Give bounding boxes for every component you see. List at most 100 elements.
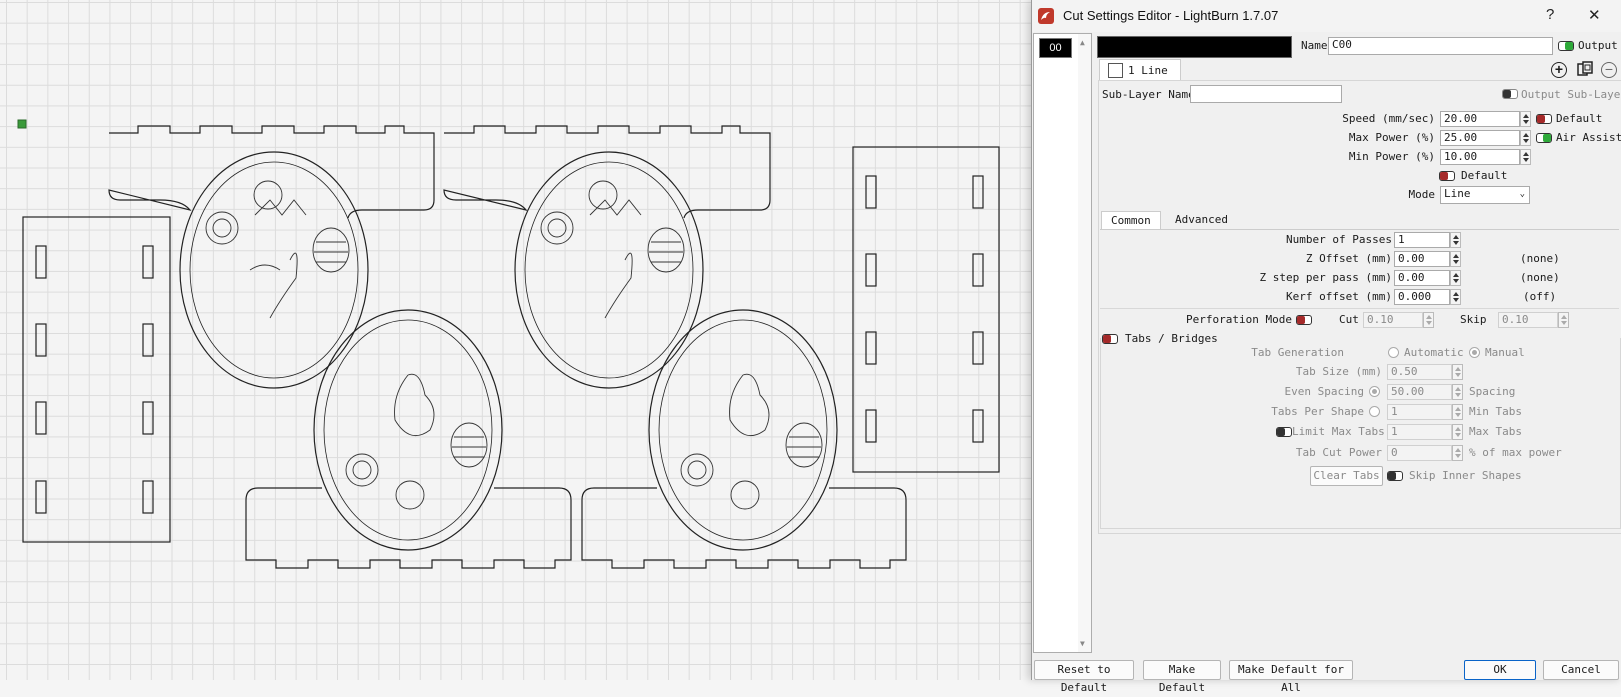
sublayer-name-input[interactable]	[1190, 85, 1342, 103]
max-power-input[interactable]: 25.00	[1440, 130, 1520, 146]
skip-input[interactable]: 0.10	[1498, 312, 1558, 328]
min-power-spinner[interactable]	[1520, 149, 1531, 165]
min-tabs-label: Min Tabs	[1469, 405, 1522, 418]
min-power-default-label: Default	[1461, 169, 1508, 182]
passes-label: Number of Passes	[1286, 233, 1392, 246]
speed-label: Speed (mm/sec)	[1342, 112, 1435, 125]
name-input[interactable]: C00	[1328, 37, 1553, 55]
cut-spinner[interactable]	[1423, 312, 1434, 328]
mode-select[interactable]: Line ⌄	[1440, 186, 1530, 204]
z-step-spinner[interactable]	[1450, 270, 1461, 286]
layer-list-scrollbar[interactable]: ▲ ▼	[1078, 34, 1091, 652]
layer-item-00[interactable]: 00	[1039, 38, 1072, 58]
even-spacing-input[interactable]: 50.00	[1387, 384, 1452, 400]
tabs-per-shape-spinner[interactable]	[1452, 404, 1463, 420]
min-power-input[interactable]: 10.00	[1440, 149, 1520, 165]
cancel-button[interactable]: Cancel	[1543, 660, 1619, 680]
z-step-input[interactable]: 0.00	[1394, 270, 1450, 286]
skip-spinner[interactable]	[1558, 312, 1569, 328]
tabs-per-shape-label: Tabs Per Shape	[1271, 405, 1364, 418]
tab-advanced[interactable]: Advanced	[1166, 211, 1237, 229]
layer-color-swatch[interactable]	[1097, 36, 1292, 58]
tab-cut-power-label: Tab Cut Power	[1295, 446, 1382, 459]
section-divider	[1100, 308, 1619, 309]
speed-input[interactable]: 20.00	[1440, 111, 1520, 127]
limit-max-tabs-toggle[interactable]	[1276, 427, 1292, 437]
z-step-note: (none)	[1520, 271, 1560, 284]
limit-max-tabs-input[interactable]: 1	[1387, 424, 1452, 440]
perforation-label: Perforation Mode	[1186, 313, 1292, 326]
automatic-radio[interactable]	[1388, 347, 1399, 358]
speed-spinner[interactable]	[1520, 111, 1531, 127]
scroll-up-icon[interactable]: ▲	[1080, 38, 1085, 47]
z-step-label: Z step per pass (mm)	[1259, 271, 1392, 284]
output-sublayer-toggle[interactable]	[1502, 89, 1518, 99]
ok-button[interactable]: OK	[1464, 660, 1536, 680]
spacing-label: Spacing	[1469, 385, 1516, 398]
reset-to-default-button[interactable]: Reset to Default	[1034, 660, 1134, 694]
tab-cut-power-spinner[interactable]	[1452, 445, 1463, 461]
bottom-piece-1	[245, 309, 572, 569]
perforation-toggle[interactable]	[1296, 315, 1312, 325]
output-sublayer-label: Output Sub-Layer	[1521, 88, 1621, 101]
origin-marker	[17, 119, 27, 129]
even-spacing-radio[interactable]	[1369, 386, 1380, 397]
sublayer-tab-label: 1 Line	[1128, 64, 1168, 77]
tab-cut-power-input[interactable]: 0	[1387, 445, 1452, 461]
z-offset-spinner[interactable]	[1450, 251, 1461, 267]
cut-settings-dialog: Cut Settings Editor - LightBurn 1.7.07 ?…	[1031, 0, 1621, 694]
help-button[interactable]: ?	[1546, 6, 1554, 23]
close-icon[interactable]: ✕	[1588, 6, 1601, 24]
filigree-details	[205, 180, 823, 510]
tab-size-input[interactable]: 0.50	[1387, 364, 1452, 380]
manual-label: Manual	[1485, 346, 1525, 359]
speed-default-toggle[interactable]	[1536, 114, 1552, 124]
passes-spinner[interactable]	[1450, 232, 1461, 248]
even-spacing-spinner[interactable]	[1452, 384, 1463, 400]
make-default-button[interactable]: Make Default	[1143, 660, 1221, 694]
kerf-input[interactable]: 0.000	[1394, 289, 1450, 305]
min-power-default-toggle[interactable]	[1439, 171, 1455, 181]
side-panel-left	[22, 216, 171, 543]
output-label: Output	[1578, 39, 1618, 52]
tab-common[interactable]: Common	[1101, 211, 1161, 229]
even-spacing-label: Even Spacing	[1284, 385, 1364, 398]
minus-circle-icon[interactable]: −	[1601, 62, 1617, 78]
air-assist-toggle[interactable]	[1536, 133, 1552, 143]
layer-list[interactable]: 00 ▲ ▼	[1033, 33, 1092, 653]
automatic-label: Automatic	[1404, 346, 1464, 359]
passes-input[interactable]: 1	[1394, 232, 1450, 248]
kerf-spinner[interactable]	[1450, 289, 1461, 305]
copy-icon[interactable]	[1576, 61, 1594, 79]
limit-max-tabs-label: Limit Max Tabs	[1292, 425, 1385, 438]
side-panel-right	[852, 146, 1000, 473]
tabs-per-shape-input[interactable]: 1	[1387, 404, 1452, 420]
scroll-down-icon[interactable]: ▼	[1080, 639, 1085, 648]
tab-cut-power-unit: % of max power	[1469, 446, 1562, 459]
kerf-note: (off)	[1523, 290, 1557, 303]
output-toggle[interactable]	[1558, 41, 1574, 51]
make-default-for-all-button[interactable]: Make Default for All	[1229, 660, 1353, 694]
design-canvas[interactable]	[0, 0, 1040, 680]
tabs-per-shape-radio[interactable]	[1369, 406, 1380, 417]
mode-value: Line	[1444, 187, 1471, 200]
limit-max-tabs-spinner[interactable]	[1452, 424, 1463, 440]
speed-default-label: Default	[1556, 112, 1603, 125]
z-offset-input[interactable]: 0.00	[1394, 251, 1450, 267]
skip-inner-shapes-toggle[interactable]	[1387, 471, 1403, 481]
max-tabs-label: Max Tabs	[1469, 425, 1522, 438]
plus-circle-icon[interactable]: +	[1551, 62, 1567, 78]
clear-tabs-button[interactable]: Clear Tabs	[1310, 466, 1383, 486]
z-offset-note: (none)	[1520, 252, 1560, 265]
manual-radio[interactable]	[1469, 347, 1480, 358]
cut-input[interactable]: 0.10	[1363, 312, 1423, 328]
bottom-piece-2	[581, 309, 907, 569]
max-power-spinner[interactable]	[1520, 130, 1531, 146]
tab-generation-label: Tab Generation	[1251, 346, 1344, 359]
sublayer-tab[interactable]: 1 Line	[1099, 59, 1181, 81]
sublayer-color-box[interactable]	[1108, 63, 1123, 78]
cut-label: Cut	[1339, 313, 1359, 326]
tab-size-spinner[interactable]	[1452, 364, 1463, 380]
skip-inner-shapes-label: Skip Inner Shapes	[1409, 469, 1522, 482]
max-power-label: Max Power (%)	[1348, 131, 1435, 144]
